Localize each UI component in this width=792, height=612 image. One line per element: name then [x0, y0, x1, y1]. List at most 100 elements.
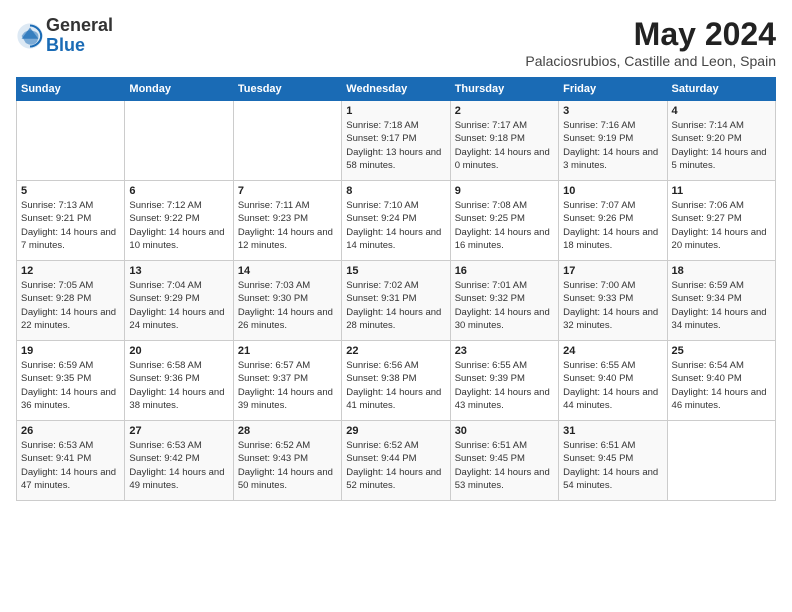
- calendar-cell: 20 Sunrise: 6:58 AMSunset: 9:36 PMDayligh…: [125, 341, 233, 421]
- day-info: Sunrise: 7:07 AMSunset: 9:26 PMDaylight:…: [563, 199, 662, 252]
- day-number: 16: [455, 265, 554, 277]
- day-info: Sunrise: 6:53 AMSunset: 9:41 PMDaylight:…: [21, 439, 120, 492]
- day-number: 14: [238, 265, 337, 277]
- calendar-cell: 28 Sunrise: 6:52 AMSunset: 9:43 PMDayligh…: [233, 421, 341, 501]
- calendar-cell: 6 Sunrise: 7:12 AMSunset: 9:22 PMDaylight…: [125, 181, 233, 261]
- day-info: Sunrise: 7:18 AMSunset: 9:17 PMDaylight:…: [346, 119, 445, 172]
- day-header-wednesday: Wednesday: [342, 78, 450, 101]
- day-info: Sunrise: 6:58 AMSunset: 9:36 PMDaylight:…: [129, 359, 228, 412]
- day-info: Sunrise: 6:51 AMSunset: 9:45 PMDaylight:…: [563, 439, 662, 492]
- day-number: 3: [563, 105, 662, 117]
- calendar-cell: 12 Sunrise: 7:05 AMSunset: 9:28 PMDayligh…: [17, 261, 125, 341]
- calendar-cell: 22Sunrise: 6:56 AMSunset: 9:38 PMDayligh…: [342, 341, 450, 421]
- calendar-cell: 2Sunrise: 7:17 AMSunset: 9:18 PMDaylight…: [450, 101, 558, 181]
- day-info: Sunrise: 6:55 AMSunset: 9:40 PMDaylight:…: [563, 359, 662, 412]
- day-number: 12: [21, 265, 120, 277]
- day-number: 5: [21, 185, 120, 197]
- calendar-cell: 17 Sunrise: 7:00 AMSunset: 9:33 PMDayligh…: [559, 261, 667, 341]
- day-number: 26: [21, 425, 120, 437]
- logo-icon: [16, 22, 44, 50]
- day-number: 15: [346, 265, 445, 277]
- day-header-saturday: Saturday: [667, 78, 775, 101]
- day-info: Sunrise: 6:53 AMSunset: 9:42 PMDaylight:…: [129, 439, 228, 492]
- calendar-cell: 13 Sunrise: 7:04 AMSunset: 9:29 PMDayligh…: [125, 261, 233, 341]
- day-info: Sunrise: 6:59 AMSunset: 9:35 PMDaylight:…: [21, 359, 120, 412]
- calendar-cell: 19 Sunrise: 6:59 AMSunset: 9:35 PMDayligh…: [17, 341, 125, 421]
- day-info: Sunrise: 7:17 AMSunset: 9:18 PMDaylight:…: [455, 119, 554, 172]
- calendar-cell: 9 Sunrise: 7:08 AMSunset: 9:25 PMDaylight…: [450, 181, 558, 261]
- day-info: Sunrise: 6:57 AMSunset: 9:37 PMDaylight:…: [238, 359, 337, 412]
- day-info: Sunrise: 7:02 AMSunset: 9:31 PMDaylight:…: [346, 279, 445, 332]
- day-info: Sunrise: 6:52 AMSunset: 9:43 PMDaylight:…: [238, 439, 337, 492]
- day-info: Sunrise: 7:04 AMSunset: 9:29 PMDaylight:…: [129, 279, 228, 332]
- day-number: 30: [455, 425, 554, 437]
- logo-general: General: [46, 15, 113, 35]
- day-info: Sunrise: 7:06 AMSunset: 9:27 PMDaylight:…: [672, 199, 771, 252]
- day-info: Sunrise: 6:54 AMSunset: 9:40 PMDaylight:…: [672, 359, 771, 412]
- calendar-cell: 8 Sunrise: 7:10 AMSunset: 9:24 PMDaylight…: [342, 181, 450, 261]
- day-number: 9: [455, 185, 554, 197]
- calendar-cell: 23Sunrise: 6:55 AMSunset: 9:39 PMDayligh…: [450, 341, 558, 421]
- day-number: 10: [563, 185, 662, 197]
- day-number: 25: [672, 345, 771, 357]
- day-info: Sunrise: 7:10 AMSunset: 9:24 PMDaylight:…: [346, 199, 445, 252]
- day-number: 20: [129, 345, 228, 357]
- calendar-cell: 14 Sunrise: 7:03 AMSunset: 9:30 PMDayligh…: [233, 261, 341, 341]
- calendar-cell: 3 Sunrise: 7:16 AMSunset: 9:19 PMDaylight…: [559, 101, 667, 181]
- day-number: 18: [672, 265, 771, 277]
- location-title: Palaciosrubios, Castille and Leon, Spain: [525, 53, 776, 69]
- calendar-cell: 30 Sunrise: 6:51 AMSunset: 9:45 PMDayligh…: [450, 421, 558, 501]
- day-info: Sunrise: 7:16 AMSunset: 9:19 PMDaylight:…: [563, 119, 662, 172]
- day-number: 28: [238, 425, 337, 437]
- day-number: 24: [563, 345, 662, 357]
- day-info: Sunrise: 6:51 AMSunset: 9:45 PMDaylight:…: [455, 439, 554, 492]
- day-number: 29: [346, 425, 445, 437]
- day-number: 8: [346, 185, 445, 197]
- day-number: 1: [346, 105, 445, 117]
- calendar-cell: 10 Sunrise: 7:07 AMSunset: 9:26 PMDayligh…: [559, 181, 667, 261]
- day-info: Sunrise: 7:13 AMSunset: 9:21 PMDaylight:…: [21, 199, 120, 252]
- calendar-cell: 31 Sunrise: 6:51 AMSunset: 9:45 PMDayligh…: [559, 421, 667, 501]
- day-info: Sunrise: 6:55 AMSunset: 9:39 PMDaylight:…: [455, 359, 554, 412]
- calendar-cell: 11 Sunrise: 7:06 AMSunset: 9:27 PMDayligh…: [667, 181, 775, 261]
- day-info: Sunrise: 7:08 AMSunset: 9:25 PMDaylight:…: [455, 199, 554, 252]
- page-header: General Blue May 2024 Palaciosrubios, Ca…: [16, 16, 776, 69]
- calendar-week-5: 26 Sunrise: 6:53 AMSunset: 9:41 PMDayligh…: [17, 421, 776, 501]
- calendar-cell: 1 Sunrise: 7:18 AMSunset: 9:17 PMDaylight…: [342, 101, 450, 181]
- day-info: Sunrise: 6:52 AMSunset: 9:44 PMDaylight:…: [346, 439, 445, 492]
- calendar-cell: 16 Sunrise: 7:01 AMSunset: 9:32 PMDayligh…: [450, 261, 558, 341]
- day-number: 6: [129, 185, 228, 197]
- day-info: Sunrise: 6:56 AMSunset: 9:38 PMDaylight:…: [346, 359, 445, 412]
- calendar-cell: 24 Sunrise: 6:55 AMSunset: 9:40 PMDayligh…: [559, 341, 667, 421]
- day-info: Sunrise: 7:12 AMSunset: 9:22 PMDaylight:…: [129, 199, 228, 252]
- day-info: Sunrise: 7:11 AMSunset: 9:23 PMDaylight:…: [238, 199, 337, 252]
- day-info: Sunrise: 7:05 AMSunset: 9:28 PMDaylight:…: [21, 279, 120, 332]
- day-info: Sunrise: 7:01 AMSunset: 9:32 PMDaylight:…: [455, 279, 554, 332]
- calendar-week-3: 12 Sunrise: 7:05 AMSunset: 9:28 PMDayligh…: [17, 261, 776, 341]
- day-info: Sunrise: 7:14 AMSunset: 9:20 PMDaylight:…: [672, 119, 771, 172]
- day-header-thursday: Thursday: [450, 78, 558, 101]
- day-number: 17: [563, 265, 662, 277]
- day-number: 11: [672, 185, 771, 197]
- day-number: 19: [21, 345, 120, 357]
- calendar-cell: [125, 101, 233, 181]
- calendar-cell: 25 Sunrise: 6:54 AMSunset: 9:40 PMDayligh…: [667, 341, 775, 421]
- day-header-tuesday: Tuesday: [233, 78, 341, 101]
- calendar-cell: 5 Sunrise: 7:13 AMSunset: 9:21 PMDaylight…: [17, 181, 125, 261]
- calendar-cell: 7 Sunrise: 7:11 AMSunset: 9:23 PMDaylight…: [233, 181, 341, 261]
- day-info: Sunrise: 7:00 AMSunset: 9:33 PMDaylight:…: [563, 279, 662, 332]
- title-block: May 2024 Palaciosrubios, Castille and Le…: [525, 16, 776, 69]
- day-number: 31: [563, 425, 662, 437]
- calendar-cell: 29 Sunrise: 6:52 AMSunset: 9:44 PMDayligh…: [342, 421, 450, 501]
- calendar-cell: [233, 101, 341, 181]
- calendar-cell: 27Sunrise: 6:53 AMSunset: 9:42 PMDayligh…: [125, 421, 233, 501]
- logo-blue: Blue: [46, 35, 85, 55]
- calendar-table: SundayMondayTuesdayWednesdayThursdayFrid…: [16, 77, 776, 501]
- day-number: 13: [129, 265, 228, 277]
- logo: General Blue: [16, 16, 113, 56]
- day-number: 7: [238, 185, 337, 197]
- calendar-week-2: 5 Sunrise: 7:13 AMSunset: 9:21 PMDaylight…: [17, 181, 776, 261]
- day-info: Sunrise: 7:03 AMSunset: 9:30 PMDaylight:…: [238, 279, 337, 332]
- calendar-cell: 18Sunrise: 6:59 AMSunset: 9:34 PMDayligh…: [667, 261, 775, 341]
- calendar-cell: 21Sunrise: 6:57 AMSunset: 9:37 PMDayligh…: [233, 341, 341, 421]
